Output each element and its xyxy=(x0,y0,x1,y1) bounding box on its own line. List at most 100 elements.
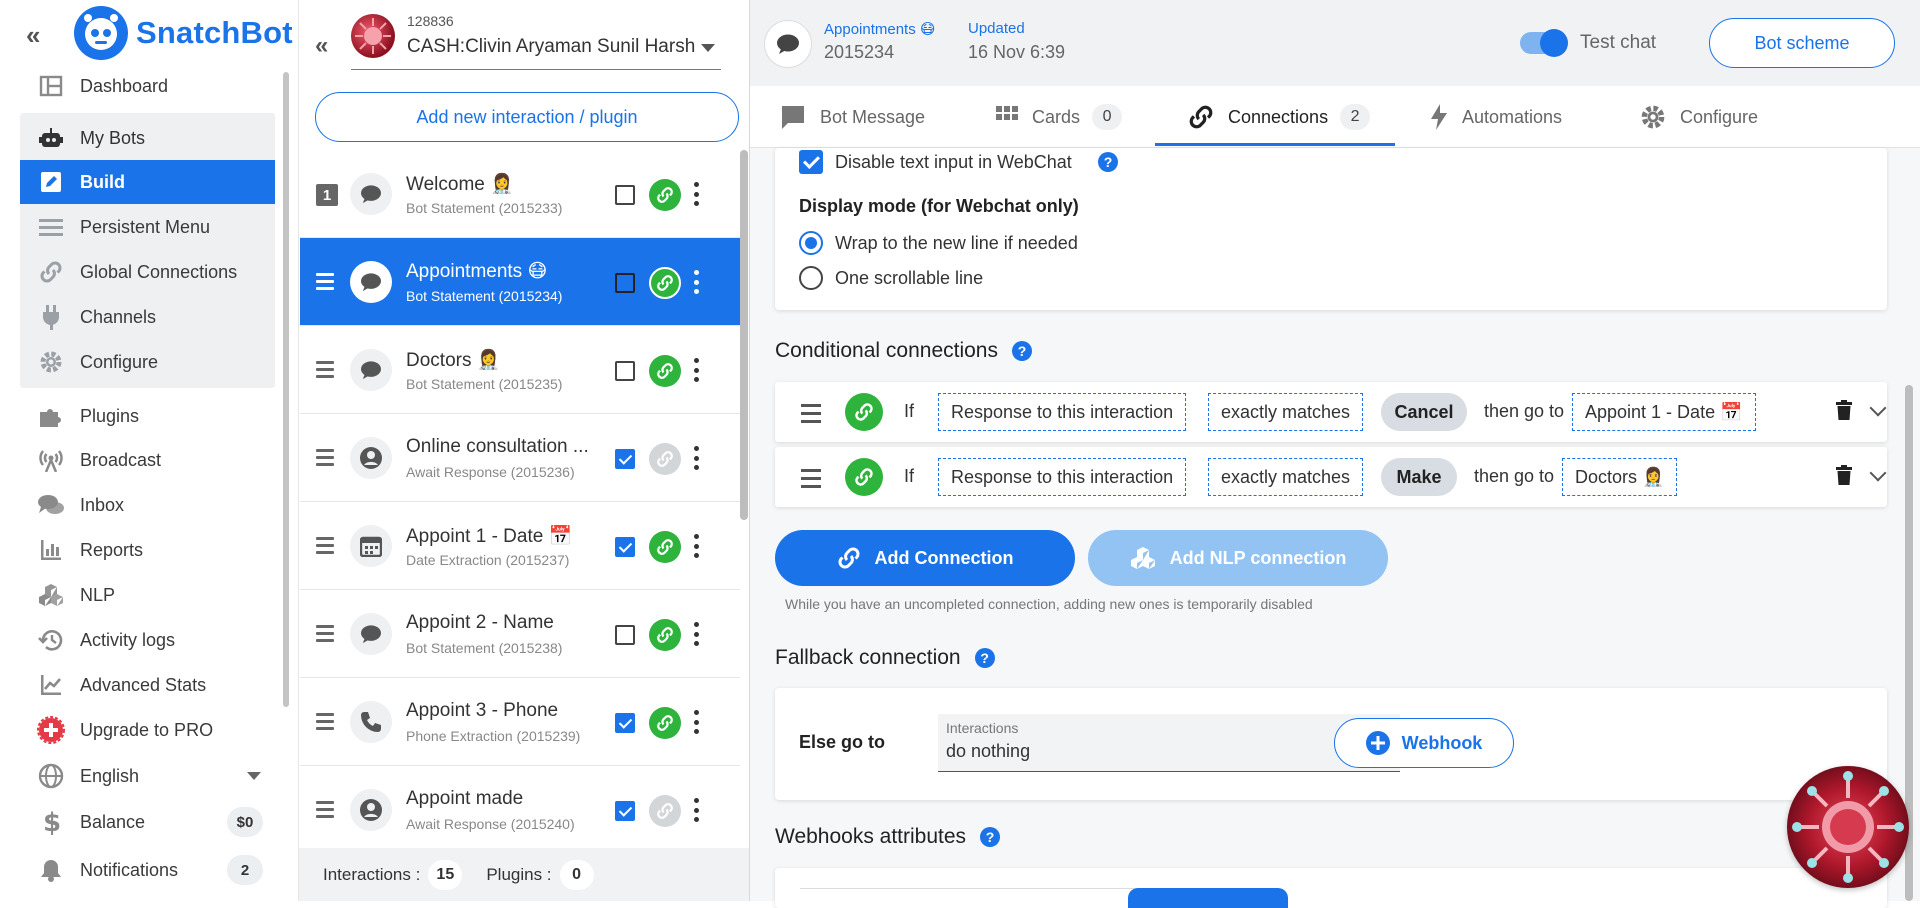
sidebar-item-inbox[interactable]: Inbox xyxy=(20,483,275,527)
sidebar-item-nlp[interactable]: NLP xyxy=(20,573,275,617)
interaction-checkbox[interactable] xyxy=(615,625,635,645)
logo[interactable]: SnatchBot xyxy=(74,6,293,60)
tab-cards[interactable]: Cards 0 xyxy=(996,86,1123,148)
scroll-mode-radio[interactable] xyxy=(799,266,823,290)
drag-handle-icon[interactable] xyxy=(316,624,334,642)
fallback-interaction-select[interactable]: Interactions do nothing xyxy=(938,714,1400,772)
bot-select[interactable]: CASH:Clivin Aryaman Sunil Harsh xyxy=(407,36,697,58)
condition-field-select[interactable]: Response to this interaction xyxy=(938,458,1187,496)
interaction-item[interactable]: Appoint 1 - Date 📅 Date Extraction (20152… xyxy=(300,502,740,590)
connection-status-icon[interactable] xyxy=(649,267,681,299)
sidebar-item-dashboard[interactable]: Dashboard xyxy=(20,64,275,108)
interaction-item[interactable]: Online consultation ... Await Response (2… xyxy=(300,414,740,502)
connection-status-icon[interactable] xyxy=(649,443,681,475)
sidebar-item-reports[interactable]: Reports xyxy=(20,528,275,572)
add-connection-button[interactable]: Add Connection xyxy=(775,530,1075,586)
sidebar-item-my-bots[interactable]: My Bots xyxy=(20,116,275,160)
help-icon[interactable]: ? xyxy=(1011,341,1032,361)
interaction-checkbox[interactable] xyxy=(615,361,635,381)
more-options-icon[interactable] xyxy=(693,710,699,734)
collapse-sidebar-button[interactable]: « xyxy=(26,20,40,51)
interaction-checkbox[interactable] xyxy=(615,185,635,205)
add-nlp-connection-button[interactable]: Add NLP connection xyxy=(1088,530,1388,586)
webhook-active-tab[interactable] xyxy=(1128,888,1288,908)
sidebar-item-advanced-stats[interactable]: Advanced Stats xyxy=(20,663,275,707)
more-options-icon[interactable] xyxy=(693,798,699,822)
drag-handle-icon[interactable] xyxy=(316,712,334,730)
condition-operator-select[interactable]: exactly matches xyxy=(1208,393,1364,431)
sidebar-item-build[interactable]: Build xyxy=(20,160,275,204)
target-interaction-select[interactable]: Appoint 1 - Date 📅 xyxy=(1572,393,1756,431)
trash-icon[interactable] xyxy=(1836,400,1852,420)
drag-handle-icon[interactable] xyxy=(801,469,821,488)
sidebar-item-balance[interactable]: $ Balance $0 xyxy=(20,800,275,844)
condition-operator-select[interactable]: exactly matches xyxy=(1208,458,1364,496)
interaction-checkbox[interactable] xyxy=(615,713,635,733)
trash-icon[interactable] xyxy=(1836,465,1852,485)
add-interaction-button[interactable]: Add new interaction / plugin xyxy=(315,92,739,142)
chat-widget-avatar[interactable] xyxy=(1787,766,1909,888)
more-options-icon[interactable] xyxy=(693,446,699,470)
link-icon[interactable] xyxy=(845,393,883,431)
sidebar-item-global-connections[interactable]: Global Connections xyxy=(20,250,275,294)
target-interaction-select[interactable]: Doctors 👩‍⚕️ xyxy=(1562,458,1678,496)
drag-handle-icon[interactable] xyxy=(316,448,334,466)
help-icon[interactable]: ? xyxy=(980,827,1001,847)
drag-handle-icon[interactable] xyxy=(316,800,334,818)
interaction-checkbox[interactable] xyxy=(615,449,635,469)
wrap-mode-radio[interactable] xyxy=(799,231,823,255)
sidebar-item-broadcast[interactable]: Broadcast xyxy=(20,438,275,482)
chevron-down-icon[interactable] xyxy=(1869,464,1887,482)
disable-text-input-checkbox[interactable] xyxy=(799,150,823,174)
connection-status-icon[interactable] xyxy=(649,531,681,563)
collapse-panel-button[interactable]: « xyxy=(315,32,328,60)
interaction-item[interactable]: Appoint made Await Response (2015240) xyxy=(300,766,740,854)
more-options-icon[interactable] xyxy=(693,182,699,206)
link-icon[interactable] xyxy=(845,458,883,496)
condition-field-select[interactable]: Response to this interaction xyxy=(938,393,1187,431)
condition-value[interactable]: Make xyxy=(1381,458,1457,496)
tab-bot-message[interactable]: Bot Message xyxy=(780,86,925,148)
sidebar-item-plugins[interactable]: Plugins xyxy=(20,394,275,438)
webhook-button[interactable]: Webhook xyxy=(1334,718,1514,768)
sidebar-item-configure[interactable]: Configure xyxy=(20,340,275,384)
interaction-item[interactable]: Appoint 2 - Name Bot Statement (2015238) xyxy=(300,590,740,678)
connection-status-icon[interactable] xyxy=(649,707,681,739)
help-icon[interactable]: ? xyxy=(1098,152,1118,172)
sidebar-scrollbar[interactable] xyxy=(283,72,289,707)
more-options-icon[interactable] xyxy=(693,622,699,646)
drag-handle-icon[interactable] xyxy=(801,404,821,423)
tab-configure[interactable]: Configure xyxy=(1640,86,1758,148)
interaction-checkbox[interactable] xyxy=(615,801,635,821)
connection-status-icon[interactable] xyxy=(649,355,681,387)
interaction-checkbox[interactable] xyxy=(615,273,635,293)
tab-automations[interactable]: Automations xyxy=(1430,86,1562,148)
chevron-down-icon[interactable] xyxy=(701,44,715,52)
help-icon[interactable]: ? xyxy=(974,648,995,668)
interaction-checkbox[interactable] xyxy=(615,537,635,557)
more-options-icon[interactable] xyxy=(693,270,699,294)
more-options-icon[interactable] xyxy=(693,358,699,382)
condition-value[interactable]: Cancel xyxy=(1381,393,1467,431)
sidebar-item-channels[interactable]: Channels xyxy=(20,295,275,339)
more-options-icon[interactable] xyxy=(693,534,699,558)
sidebar-item-activity-logs[interactable]: Activity logs xyxy=(20,618,275,662)
sidebar-item-notifications[interactable]: Notifications 2 xyxy=(20,848,275,892)
drag-handle-icon[interactable] xyxy=(316,360,334,378)
connection-status-icon[interactable] xyxy=(649,619,681,651)
interaction-item[interactable]: Doctors 👩‍⚕️ Bot Statement (2015235) xyxy=(300,326,740,414)
test-chat-toggle[interactable] xyxy=(1520,29,1568,57)
language-select[interactable]: English xyxy=(20,754,275,798)
bot-scheme-button[interactable]: Bot scheme xyxy=(1709,18,1895,68)
connection-status-icon[interactable] xyxy=(649,795,681,827)
sidebar-item-persistent-menu[interactable]: Persistent Menu xyxy=(20,205,275,249)
sidebar-item-upgrade[interactable]: Upgrade to PRO xyxy=(20,708,275,752)
interaction-item[interactable]: Appoint 3 - Phone Phone Extraction (20152… xyxy=(300,678,740,766)
drag-handle-icon[interactable] xyxy=(316,536,334,554)
tab-connections[interactable]: Connections 2 xyxy=(1188,86,1371,148)
connection-status-icon[interactable] xyxy=(649,179,681,211)
drag-handle-icon[interactable] xyxy=(316,272,334,290)
interaction-list-scrollbar[interactable] xyxy=(740,150,748,520)
chevron-down-icon[interactable] xyxy=(1869,399,1887,417)
interaction-item[interactable]: 1 Welcome 👩‍⚕️ Bot Statement (2015233) xyxy=(300,150,740,238)
